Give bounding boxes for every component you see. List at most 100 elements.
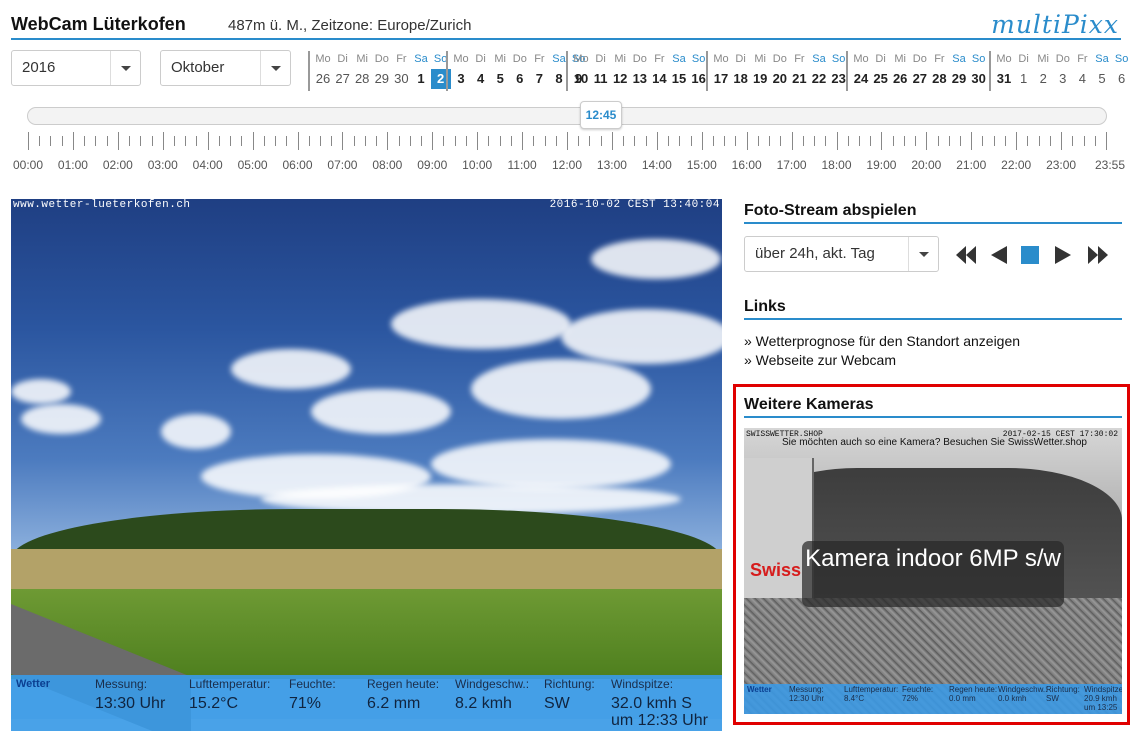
wetter-brand: Wetter	[16, 678, 51, 690]
hour-label: 09:00	[417, 158, 448, 172]
calendar-day[interactable]: Mo 26	[313, 51, 333, 91]
calendar-day[interactable]: So 6	[1112, 51, 1132, 91]
calendar-day[interactable]: Mo 17	[711, 51, 731, 91]
month-select[interactable]: Oktober	[160, 50, 291, 86]
calendar-day[interactable]: Sa 29	[949, 51, 969, 91]
rewind-fast-icon[interactable]	[956, 246, 976, 264]
time-tick	[331, 136, 333, 146]
hour-label: 07:00	[327, 158, 358, 172]
calendar-day[interactable]: Sa 1	[411, 51, 431, 91]
weekday-label: Mo	[713, 53, 729, 65]
calendar-day[interactable]: Mi 12	[610, 51, 630, 91]
forecast-link[interactable]: » Wetterprognose für den Standort anzeig…	[744, 333, 1020, 349]
time-tick	[275, 136, 277, 146]
calendar-day[interactable]: Di 25	[871, 51, 891, 91]
weekday-label: Mo	[453, 53, 469, 65]
time-tick	[982, 136, 984, 146]
calendar-day[interactable]: Di 18	[731, 51, 751, 91]
time-tick	[1049, 136, 1051, 146]
calendar-day[interactable]: Mo 3	[451, 51, 471, 91]
time-slider-track[interactable]	[27, 107, 1107, 125]
hour-label: 18:00	[821, 158, 852, 172]
calendar-day[interactable]: Sa 22	[809, 51, 829, 91]
calendar-day[interactable]: Di 4	[471, 51, 491, 91]
page-title: WebCam Lüterkofen	[11, 14, 186, 34]
weekday-label: Mo	[573, 53, 589, 65]
time-tick	[454, 136, 456, 146]
time-tick	[173, 136, 175, 146]
year-select[interactable]: 2016	[11, 50, 141, 86]
time-tick	[960, 136, 962, 146]
calendar-day[interactable]: Mo 24	[851, 51, 871, 91]
time-tick	[903, 136, 905, 146]
time-tick	[39, 136, 41, 146]
time-tick	[701, 132, 703, 150]
multipixx-logo[interactable]: multiPixx	[991, 10, 1119, 39]
thumb-weather-field: Windgeschw.: 0.0 kmh	[998, 685, 1048, 703]
calendar-day[interactable]: Do 13	[630, 51, 650, 91]
calendar-day[interactable]: Mi 28	[352, 51, 372, 91]
calendar-day[interactable]: Do 3	[1053, 51, 1073, 91]
calendar-day[interactable]: Mi 26	[890, 51, 910, 91]
thumb-weather-field: Richtung: SW	[1046, 685, 1080, 703]
hour-label: 03:00	[147, 158, 178, 172]
time-tick	[757, 136, 759, 146]
calendar-day[interactable]: Fr 7	[529, 51, 549, 91]
calendar-day[interactable]: Di 1	[1014, 51, 1034, 91]
day-number: 4	[476, 71, 485, 86]
time-tick	[656, 132, 658, 150]
day-number: 5	[496, 71, 504, 86]
calendar-day[interactable]: Mo 10	[571, 51, 591, 91]
weather-value: 8.2 kmh	[455, 695, 512, 712]
calendar-day[interactable]: Fr 21	[789, 51, 809, 91]
weekday-label: Mi	[614, 53, 626, 65]
stream-controls	[956, 246, 1108, 264]
day-number: 27	[912, 71, 928, 86]
time-tick	[129, 136, 131, 146]
calendar-day[interactable]: Do 6	[510, 51, 530, 91]
calendar-day[interactable]: Mi 19	[750, 51, 770, 91]
calendar-day[interactable]: So 30	[969, 51, 989, 91]
time-tick	[140, 136, 142, 146]
calendar-day[interactable]: Do 27	[910, 51, 930, 91]
calendar-day[interactable]: Mo 31	[994, 51, 1014, 91]
webcam-site-link[interactable]: » Webseite zur Webcam	[744, 352, 896, 368]
calendar-day[interactable]: Di 11	[591, 51, 611, 91]
forward-fast-icon[interactable]	[1088, 246, 1108, 264]
time-tick	[207, 132, 209, 150]
calendar-day[interactable]: Fr 28	[929, 51, 949, 91]
calendar-day[interactable]: Do 20	[770, 51, 790, 91]
time-tick	[84, 136, 86, 146]
calendar-day[interactable]: Sa 5	[1092, 51, 1112, 91]
time-tick	[1027, 136, 1029, 146]
day-number: 19	[752, 71, 768, 86]
calendar-day[interactable]: Mi 5	[490, 51, 510, 91]
calendar-day[interactable]: Di 27	[333, 51, 353, 91]
time-tick	[544, 136, 546, 146]
thumb-ad-text: Sie möchten auch so eine Kamera? Besuche…	[782, 437, 1087, 448]
time-tick	[297, 132, 299, 150]
calendar-day[interactable]: Mi 2	[1033, 51, 1053, 91]
webcam-image[interactable]: www.wetter-lueterkofen.ch 2016-10-02 CES…	[11, 199, 722, 731]
weekday-label: Sa	[952, 53, 966, 65]
play-icon[interactable]	[1055, 246, 1071, 264]
links-title: Links	[744, 296, 1122, 320]
stop-icon[interactable]	[1021, 246, 1039, 264]
stream-range-select[interactable]: über 24h, akt. Tag	[744, 236, 939, 272]
time-slider-handle[interactable]: 12:45	[580, 101, 622, 129]
weekday-label: Mo	[996, 53, 1012, 65]
calendar-day[interactable]: Fr 4	[1072, 51, 1092, 91]
time-tick	[61, 136, 63, 146]
step-back-icon[interactable]	[991, 246, 1007, 264]
calendar-day[interactable]: Sa 15	[669, 51, 689, 91]
thumb-weather-field: Feuchte: 72%	[902, 685, 934, 703]
calendar-day[interactable]: Fr 30	[391, 51, 411, 91]
hour-label: 20:00	[911, 158, 942, 172]
time-tick	[600, 136, 602, 146]
calendar-day[interactable]: Do 29	[372, 51, 392, 91]
day-number: 18	[733, 71, 748, 86]
time-tick	[802, 136, 804, 146]
camera-thumbnail[interactable]: SWISSWETTER.SHOP 2017-02-15 CEST 17:30:0…	[744, 428, 1122, 714]
calendar-day[interactable]: Fr 14	[649, 51, 669, 91]
time-tick	[95, 136, 97, 146]
